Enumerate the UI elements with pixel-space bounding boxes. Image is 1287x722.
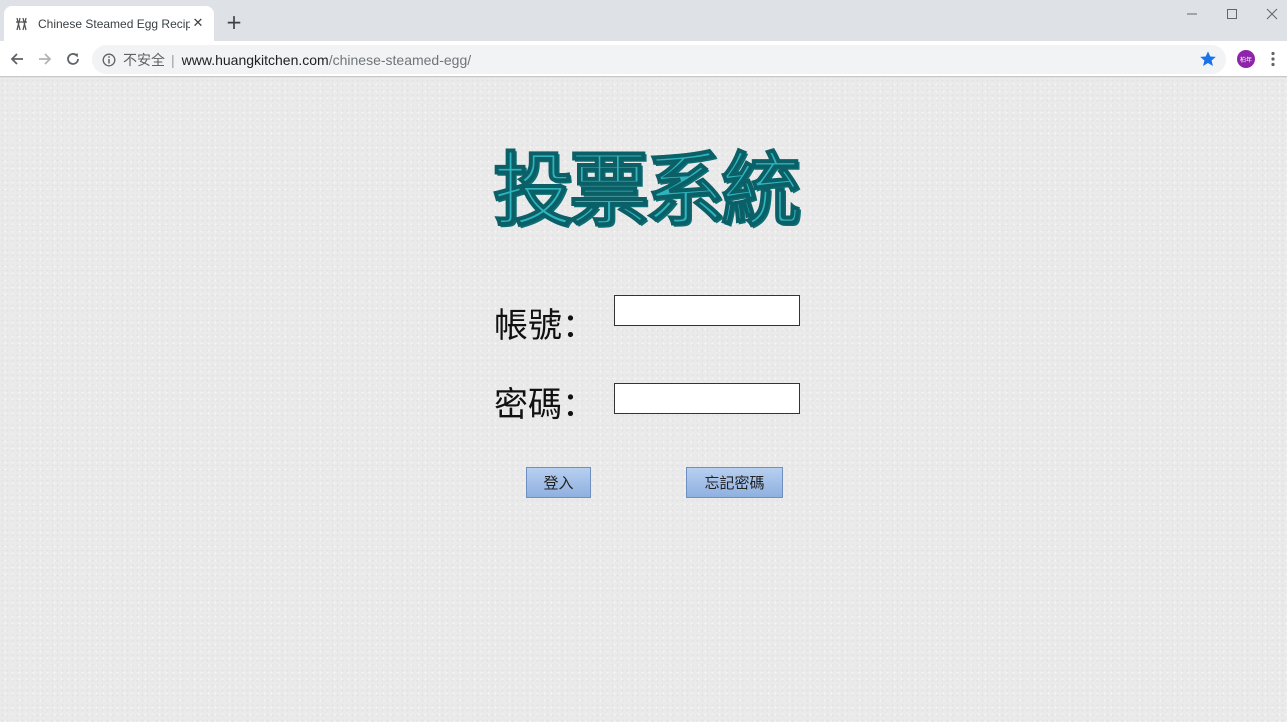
- account-label: 帳號：: [494, 308, 596, 345]
- url-path: /chinese-steamed-egg/: [328, 51, 472, 68]
- tab-close-icon[interactable]: ✕: [190, 16, 206, 32]
- tab-title: Chinese Steamed Egg Recipe 蒸: [38, 17, 190, 31]
- password-input[interactable]: [614, 383, 800, 414]
- security-status: 不安全: [123, 51, 165, 68]
- page-title: 投票系統: [492, 142, 802, 238]
- account-input[interactable]: [614, 295, 800, 326]
- info-icon[interactable]: [102, 53, 116, 67]
- reload-icon[interactable]: [61, 47, 85, 71]
- more-menu-icon[interactable]: [1264, 50, 1282, 68]
- page-content: 投票系統 帳號： 密碼： 登入 忘記密碼: [0, 78, 1287, 722]
- forward-arrow-icon[interactable]: [33, 47, 57, 71]
- maximize-icon[interactable]: [1212, 2, 1252, 26]
- close-icon[interactable]: [1252, 2, 1287, 26]
- browser-toolbar: 不安全 | www.huangkitchen.com /chinese-stea…: [0, 41, 1287, 77]
- login-button[interactable]: 登入: [526, 467, 591, 498]
- url-host: www.huangkitchen.com: [181, 51, 329, 68]
- address-bar[interactable]: 不安全 | www.huangkitchen.com /chinese-stea…: [92, 45, 1226, 74]
- new-tab-button[interactable]: +: [224, 10, 244, 34]
- bookmark-star-icon[interactable]: [1199, 50, 1219, 70]
- url-separator: |: [171, 51, 175, 68]
- tab-strip: Chinese Steamed Egg Recipe 蒸 ✕ +: [0, 0, 1287, 41]
- minimize-icon[interactable]: [1172, 2, 1212, 26]
- forgot-password-button[interactable]: 忘記密碼: [686, 467, 783, 498]
- back-arrow-icon[interactable]: [5, 47, 29, 71]
- chopsticks-favicon-icon: [14, 16, 30, 32]
- password-label: 密碼：: [494, 387, 596, 424]
- profile-avatar[interactable]: 柏年: [1237, 50, 1255, 68]
- browser-tab[interactable]: Chinese Steamed Egg Recipe 蒸 ✕: [4, 6, 214, 41]
